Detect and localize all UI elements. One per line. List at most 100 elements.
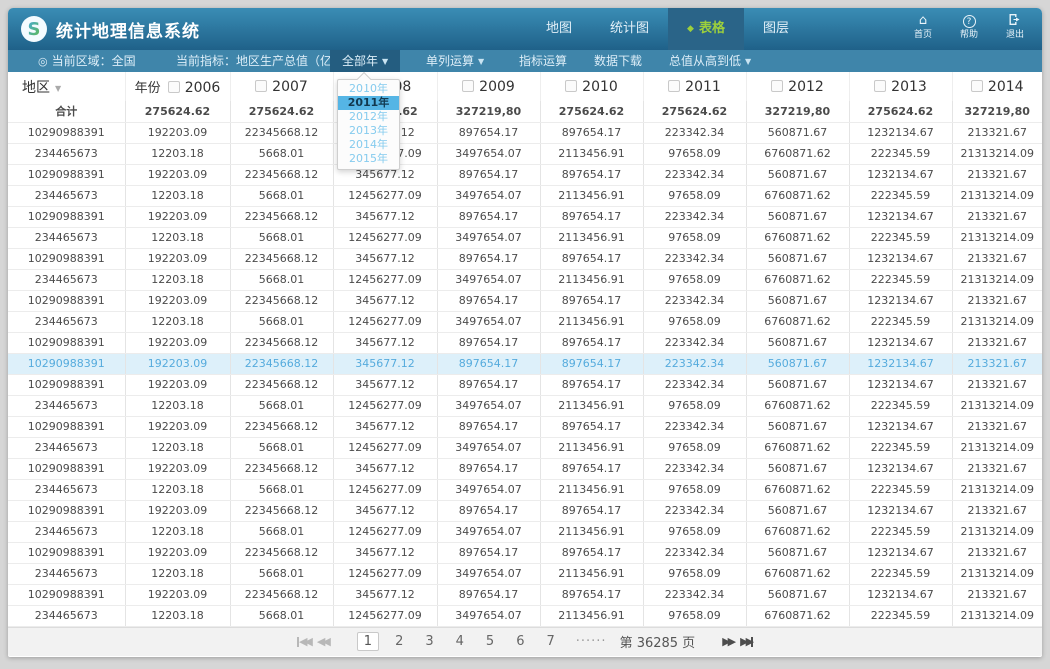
nav-item-layers[interactable]: 图层 [744, 8, 808, 50]
table-row[interactable]: 23446567312203.185668.0112456277.0934976… [8, 311, 1042, 332]
year-dropdown-option[interactable]: 2015年 [338, 152, 399, 166]
table-row[interactable]: 23446567312203.185668.0112456277.0934976… [8, 143, 1042, 164]
table-row[interactable]: 10290988391192203.0922345668.12345677.12… [8, 374, 1042, 395]
year-dropdown-option[interactable]: 2012年 [338, 110, 399, 124]
table-row[interactable]: 23446567312203.185668.0112456277.0934976… [8, 563, 1042, 584]
value-cell: 21313214.09 [952, 227, 1042, 248]
year-checkbox[interactable] [771, 80, 783, 92]
svg-text:S: S [28, 19, 41, 40]
page-number-button[interactable]: 6 [510, 633, 530, 650]
year-column-header[interactable]: 2012 [746, 72, 849, 101]
table-row[interactable]: 23446567312203.185668.0112456277.0934976… [8, 269, 1042, 290]
region-cell: 234465673 [8, 395, 125, 416]
first-page-button[interactable]: ◀◀ [297, 635, 310, 648]
table-row[interactable]: 10290988391192203.0922345668.12345677.12… [8, 458, 1042, 479]
nav-item-map[interactable]: 地图 [527, 8, 591, 50]
value-cell: 213321.67 [952, 353, 1042, 374]
value-cell: 192203.09 [125, 584, 230, 605]
prev-page-button[interactable]: ◀◀ [317, 635, 328, 648]
value-cell: 560871.67 [746, 416, 849, 437]
chevron-down-icon: ▼ [478, 57, 484, 66]
help-button[interactable]: ? 帮助 [952, 13, 986, 41]
value-cell: 897654.17 [540, 416, 643, 437]
year-checkbox[interactable] [255, 80, 267, 92]
menu-column-operation[interactable]: 单列运算▼ [426, 50, 484, 72]
pagination-bar: ◀◀ ◀◀ 1234567 ······ 第 36285 页 ▶▶ ▶▶ [8, 627, 1042, 656]
value-cell: 560871.67 [746, 164, 849, 185]
year-column-header[interactable]: 2014 [952, 72, 1042, 101]
value-cell: 222345.59 [849, 269, 952, 290]
table-row[interactable]: 10290988391192203.0922345668.12345677.12… [8, 290, 1042, 311]
nav-item-chart[interactable]: 统计图 [591, 8, 668, 50]
page-number-button[interactable]: 2 [389, 633, 409, 650]
menu-data-download[interactable]: 数据下载 [594, 50, 642, 72]
table-row[interactable]: 10290988391192203.0922345668.12345677.12… [8, 542, 1042, 563]
total-pages-label: 第 36285 页 [620, 632, 696, 651]
value-cell: 192203.09 [125, 458, 230, 479]
table-row[interactable]: 10290988391192203.0922345668.12345677.12… [8, 584, 1042, 605]
table-row[interactable]: 23446567312203.185668.0112456277.0934976… [8, 227, 1042, 248]
table-row[interactable]: 10290988391192203.0922345668.12345677.12… [8, 164, 1042, 185]
year-column-header[interactable]: 年份2006 [125, 72, 230, 101]
table-row[interactable]: 10290988391192203.0922345668.12345677.12… [8, 416, 1042, 437]
year-checkbox[interactable] [565, 80, 577, 92]
nav-item-table[interactable]: ◆表格 [668, 8, 744, 50]
year-column-header[interactable]: 2013 [849, 72, 952, 101]
value-cell: 897654.17 [437, 374, 540, 395]
table-row[interactable]: 10290988391192203.0922345668.12345677.12… [8, 206, 1042, 227]
table-row[interactable]: 10290988391192203.0922345668.12345677.12… [8, 353, 1042, 374]
value-cell: 1232134.67 [849, 353, 952, 374]
next-page-button[interactable]: ▶▶ [722, 635, 733, 648]
value-cell: 12456277.09 [333, 521, 437, 542]
year-checkbox[interactable] [462, 80, 474, 92]
year-dropdown-option[interactable]: 2011年 [338, 96, 399, 110]
page-number-button[interactable]: 5 [480, 633, 500, 650]
year-dropdown-option[interactable]: 2010年 [338, 82, 399, 96]
year-column-header[interactable]: 2007 [230, 72, 333, 101]
table-row[interactable]: 23446567312203.185668.0112456277.0934976… [8, 605, 1042, 626]
last-page-button[interactable]: ▶▶ [740, 635, 753, 648]
year-column-header[interactable]: 2011 [643, 72, 746, 101]
value-cell: 560871.67 [746, 542, 849, 563]
table-row[interactable]: 23446567312203.185668.0112456277.0934976… [8, 521, 1042, 542]
region-cell: 10290988391 [8, 416, 125, 437]
year-column-header[interactable]: 2009 [437, 72, 540, 101]
table-row[interactable]: 10290988391192203.0922345668.12345677.12… [8, 248, 1042, 269]
year-checkbox[interactable] [971, 80, 983, 92]
page-number-button[interactable]: 1 [357, 632, 379, 651]
year-dropdown-option[interactable]: 2013年 [338, 124, 399, 138]
table-row[interactable]: 10290988391192203.0922345668.12345677.12… [8, 500, 1042, 521]
table-row[interactable]: 23446567312203.185668.0112456277.0934976… [8, 479, 1042, 500]
value-cell: 12456277.09 [333, 395, 437, 416]
region-column-header[interactable]: 地区▼ [8, 72, 125, 101]
page-number-button[interactable]: 3 [419, 633, 439, 650]
page-number-button[interactable]: 4 [450, 633, 470, 650]
table-row[interactable]: 10290988391192203.0922345668.12345677.12… [8, 332, 1042, 353]
table-row[interactable]: 23446567312203.185668.0112456277.0934976… [8, 185, 1042, 206]
table-row[interactable]: 10290988391192203.0922345668.12345677.12… [8, 122, 1042, 143]
table-row[interactable]: 23446567312203.185668.0112456277.0934976… [8, 437, 1042, 458]
value-cell: 897654.17 [437, 584, 540, 605]
year-column-header[interactable]: 2010 [540, 72, 643, 101]
year-checkbox[interactable] [668, 80, 680, 92]
year-filter-dropdown-button[interactable]: 全部年▼ [330, 50, 400, 72]
menu-indicator-operation[interactable]: 指标运算 [519, 50, 567, 72]
value-cell: 222345.59 [849, 563, 952, 584]
value-cell: 3497654.07 [437, 269, 540, 290]
year-dropdown-option[interactable]: 2014年 [338, 138, 399, 152]
table-row[interactable]: 23446567312203.185668.0112456277.0934976… [8, 395, 1042, 416]
year-checkbox[interactable] [168, 81, 180, 93]
value-cell: 897654.17 [437, 416, 540, 437]
value-cell: 21313214.09 [952, 479, 1042, 500]
menu-sort-order[interactable]: 总值从高到低▼ [669, 50, 751, 72]
value-cell: 897654.17 [437, 290, 540, 311]
value-cell: 213321.67 [952, 332, 1042, 353]
page-number-button[interactable]: 7 [540, 633, 560, 650]
logout-button[interactable]: 退出 [998, 13, 1032, 41]
value-cell: 2113456.91 [540, 437, 643, 458]
year-checkbox[interactable] [874, 80, 886, 92]
home-button[interactable]: ⌂ 首页 [906, 13, 940, 41]
value-cell: 12203.18 [125, 311, 230, 332]
home-label: 首页 [914, 30, 932, 40]
value-cell: 12203.18 [125, 605, 230, 626]
